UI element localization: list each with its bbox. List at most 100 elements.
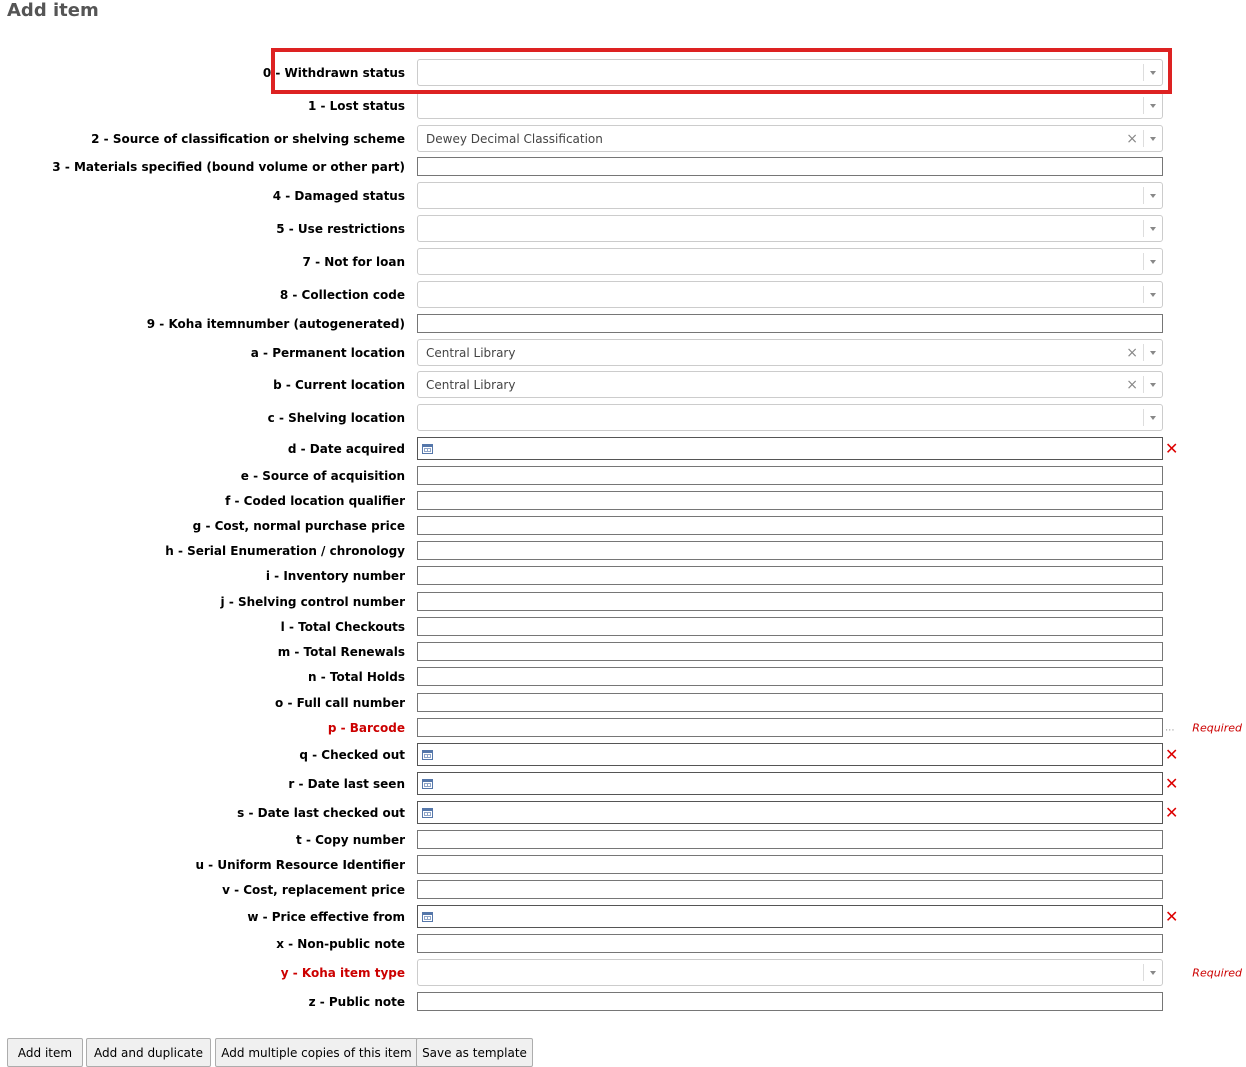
copy-number-input[interactable] — [417, 830, 1163, 849]
clear-date-icon[interactable]: ✕ — [1165, 775, 1178, 792]
field-row-cost-replacement-price: v - Cost, replacement price — [0, 880, 1246, 899]
selected-value: Central Library — [426, 345, 516, 360]
select-divider — [1143, 376, 1144, 393]
materials-specified-bound-volume-or-other-part-input[interactable] — [417, 157, 1163, 176]
select-divider — [1143, 97, 1144, 114]
select-divider — [1143, 130, 1144, 147]
barcode-plugin-link[interactable]: ... — [1165, 722, 1175, 733]
select-divider — [1143, 64, 1144, 81]
add-item-button[interactable]: Add item — [7, 1038, 83, 1067]
field-label-total-holds: n - Total Holds — [308, 669, 405, 684]
field-row-serial-enumeration-chronology: h - Serial Enumeration / chronology — [0, 541, 1246, 560]
clear-date-icon[interactable]: ✕ — [1165, 804, 1178, 821]
source-of-acquisition-input[interactable] — [417, 466, 1163, 485]
serial-enumeration-chronology-input[interactable] — [417, 541, 1163, 560]
inventory-number-input[interactable] — [417, 566, 1163, 585]
field-row-total-checkouts: l - Total Checkouts — [0, 617, 1246, 636]
clear-selection-icon[interactable]: × — [1126, 346, 1138, 360]
field-row-current-location: b - Current location Central Library × — [0, 371, 1246, 398]
field-label-koha-item-type: y - Koha item type — [280, 965, 405, 980]
field-row-date-acquired: d - Date acquired ✕ — [0, 437, 1246, 460]
clear-date-icon[interactable]: ✕ — [1165, 908, 1178, 925]
not-for-loan-select[interactable] — [417, 248, 1163, 275]
selected-value: Central Library — [426, 377, 516, 392]
field-label-price-effective-from: w - Price effective from — [247, 909, 405, 924]
chevron-down-icon[interactable] — [1150, 970, 1156, 975]
chevron-down-icon[interactable] — [1150, 292, 1156, 297]
koha-item-type-select[interactable] — [417, 959, 1163, 986]
field-row-collection-code: 8 - Collection code — [0, 281, 1246, 308]
source-of-classification-or-shelving-scheme-select[interactable]: Dewey Decimal Classification × — [417, 125, 1163, 152]
current-location-select[interactable]: Central Library × — [417, 371, 1163, 398]
field-label-date-last-checked-out: s - Date last checked out — [237, 805, 405, 820]
collection-code-select[interactable] — [417, 281, 1163, 308]
chevron-down-icon[interactable] — [1150, 103, 1156, 108]
save-as-template-button[interactable]: Save as template — [416, 1038, 533, 1067]
chevron-down-icon[interactable] — [1150, 415, 1156, 420]
clear-date-icon[interactable]: ✕ — [1165, 440, 1178, 457]
field-row-lost-status: 1 - Lost status — [0, 92, 1246, 119]
calendar-icon[interactable] — [422, 911, 433, 922]
chevron-down-icon[interactable] — [1150, 350, 1156, 355]
full-call-number-input[interactable] — [417, 693, 1163, 712]
chevron-down-icon[interactable] — [1150, 193, 1156, 198]
calendar-icon[interactable] — [422, 749, 433, 760]
field-row-date-last-seen: r - Date last seen ✕ — [0, 772, 1246, 795]
field-row-uniform-resource-identifier: u - Uniform Resource Identifier — [0, 855, 1246, 874]
select-divider — [1143, 253, 1144, 270]
field-label-permanent-location: a - Permanent location — [250, 345, 405, 360]
field-label-checked-out: q - Checked out — [299, 747, 405, 762]
date-last-checked-out-date-input[interactable] — [417, 801, 1163, 824]
calendar-icon[interactable] — [422, 778, 433, 789]
withdrawn-status-select[interactable] — [417, 59, 1163, 86]
chevron-down-icon[interactable] — [1150, 382, 1156, 387]
field-label-shelving-location: c - Shelving location — [267, 410, 405, 425]
add-multiple-copies-button[interactable]: Add multiple copies of this item — [215, 1038, 418, 1067]
clear-date-icon[interactable]: ✕ — [1165, 746, 1178, 763]
lost-status-select[interactable] — [417, 92, 1163, 119]
cost-replacement-price-input[interactable] — [417, 880, 1163, 899]
field-label-not-for-loan: 7 - Not for loan — [302, 254, 405, 269]
koha-itemnumber-autogenerated-input[interactable] — [417, 314, 1163, 333]
clear-selection-icon[interactable]: × — [1126, 378, 1138, 392]
non-public-note-input[interactable] — [417, 934, 1163, 953]
public-note-input[interactable] — [417, 992, 1163, 1011]
date-acquired-date-input[interactable] — [417, 437, 1163, 460]
cost-normal-purchase-price-input[interactable] — [417, 516, 1163, 535]
field-row-not-for-loan: 7 - Not for loan — [0, 248, 1246, 275]
shelving-location-select[interactable] — [417, 404, 1163, 431]
field-row-non-public-note: x - Non-public note — [0, 934, 1246, 953]
use-restrictions-select[interactable] — [417, 215, 1163, 242]
damaged-status-select[interactable] — [417, 182, 1163, 209]
chevron-down-icon[interactable] — [1150, 226, 1156, 231]
total-renewals-input[interactable] — [417, 642, 1163, 661]
chevron-down-icon[interactable] — [1150, 136, 1156, 141]
calendar-icon[interactable] — [422, 807, 433, 818]
date-last-seen-date-input[interactable] — [417, 772, 1163, 795]
field-label-uniform-resource-identifier: u - Uniform Resource Identifier — [195, 857, 405, 872]
field-label-date-last-seen: r - Date last seen — [288, 776, 405, 791]
total-holds-input[interactable] — [417, 667, 1163, 686]
chevron-down-icon[interactable] — [1150, 259, 1156, 264]
price-effective-from-date-input[interactable] — [417, 905, 1163, 928]
shelving-control-number-input[interactable] — [417, 592, 1163, 611]
clear-selection-icon[interactable]: × — [1126, 132, 1138, 146]
select-divider — [1143, 220, 1144, 237]
field-row-materials-specified-bound-volume-or-other-part: 3 - Materials specified (bound volume or… — [0, 157, 1246, 176]
coded-location-qualifier-input[interactable] — [417, 491, 1163, 510]
uniform-resource-identifier-input[interactable] — [417, 855, 1163, 874]
field-row-barcode: p - Barcode... Required — [0, 718, 1246, 737]
chevron-down-icon[interactable] — [1150, 70, 1156, 75]
field-label-cost-replacement-price: v - Cost, replacement price — [222, 882, 405, 897]
add-and-duplicate-button[interactable]: Add and duplicate — [86, 1038, 211, 1067]
field-label-materials-specified-bound-volume-or-other-part: 3 - Materials specified (bound volume or… — [52, 159, 405, 174]
permanent-location-select[interactable]: Central Library × — [417, 339, 1163, 366]
calendar-icon[interactable] — [422, 443, 433, 454]
barcode-input[interactable] — [417, 718, 1163, 737]
field-row-date-last-checked-out: s - Date last checked out ✕ — [0, 801, 1246, 824]
field-row-copy-number: t - Copy number — [0, 830, 1246, 849]
checked-out-date-input[interactable] — [417, 743, 1163, 766]
field-row-koha-itemnumber-autogenerated: 9 - Koha itemnumber (autogenerated) — [0, 314, 1246, 333]
field-label-collection-code: 8 - Collection code — [279, 287, 405, 302]
total-checkouts-input[interactable] — [417, 617, 1163, 636]
